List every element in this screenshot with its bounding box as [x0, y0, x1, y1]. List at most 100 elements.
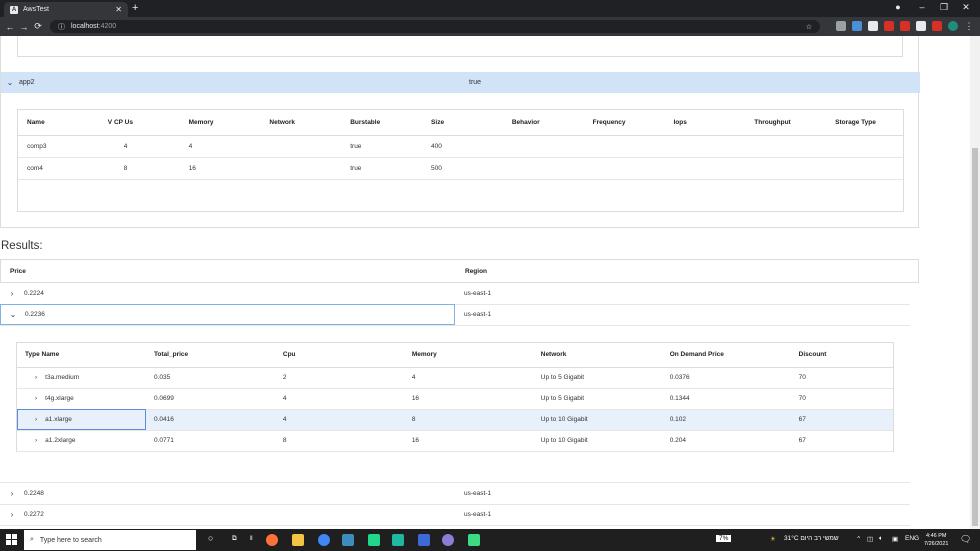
language-indicator[interactable]: ENG — [905, 535, 919, 542]
table-row[interactable]: com4 8 16 true 500 — [18, 157, 903, 180]
type-name: t3a.medium — [45, 374, 80, 381]
task-view-icon[interactable]: ⧉ — [232, 535, 237, 543]
header-region[interactable]: Region — [456, 268, 487, 275]
extensions-puzzle-icon[interactable] — [916, 21, 926, 31]
menu-kebab-icon[interactable]: ⋮ — [962, 21, 976, 32]
chevron-down-icon[interactable]: ⌄ — [7, 310, 19, 319]
table-row[interactable]: comp3 4 4 true 400 — [18, 135, 903, 158]
column-header[interactable]: Name — [18, 110, 99, 136]
chevron-right-icon[interactable]: › — [35, 437, 37, 444]
column-header[interactable]: Burstable — [341, 110, 423, 136]
column-header[interactable]: Frequency — [583, 110, 665, 136]
android-studio-icon[interactable] — [468, 534, 480, 546]
column-header[interactable]: Memory — [403, 343, 533, 368]
results-row[interactable]: › 0.2272 us-east-1 — [0, 505, 910, 526]
extension-icon[interactable] — [836, 21, 846, 31]
chevron-right-icon[interactable]: › — [6, 489, 18, 498]
column-header[interactable]: Network — [532, 343, 662, 368]
column-header[interactable]: Throughput — [745, 110, 827, 136]
price-cell[interactable]: › 0.2272 — [0, 510, 455, 519]
action-center-icon[interactable]: 🗨︎ — [960, 534, 971, 545]
extension-icon[interactable] — [884, 21, 894, 31]
profile-icon[interactable]: ● — [888, 2, 908, 12]
table-cell: 16 — [179, 157, 261, 180]
price-cell[interactable]: › 0.2248 — [0, 489, 455, 498]
restore-button[interactable]: ❐ — [934, 2, 954, 13]
network-icon[interactable]: ◫ — [867, 535, 873, 543]
column-header[interactable]: Network — [260, 110, 342, 136]
table-cell: 4 — [179, 135, 261, 158]
back-icon[interactable]: ← — [3, 22, 17, 32]
column-header[interactable]: Total_price — [145, 343, 275, 368]
chevron-right-icon[interactable]: › — [6, 510, 18, 519]
app2-components-table: Name V CP Us Memory Network Burstable Size Beh… — [17, 109, 904, 212]
new-tab-button[interactable]: + — [132, 2, 138, 14]
instance-row[interactable]: › a1.2xlarge 0.0771 8 16 Up to 10 Gigabit 0.20… — [17, 430, 893, 452]
table-cell: 4 — [274, 388, 404, 410]
results-row[interactable]: › 0.2224 us-east-1 — [0, 283, 910, 305]
profile-avatar[interactable] — [948, 21, 958, 31]
table-cell — [826, 135, 903, 158]
volume-icon[interactable]: 🔈︎ — [879, 535, 883, 543]
browser-toolbar: ← → ⟳ ⓘ localhost:4200 ☆ ⋮ — [0, 17, 980, 36]
app-icon[interactable] — [442, 534, 454, 546]
minimize-button[interactable]: – — [912, 2, 932, 12]
browser-tab[interactable]: A AwsTest ✕ — [4, 2, 128, 17]
column-header[interactable]: On Demand Price — [661, 343, 791, 368]
firefox-icon[interactable] — [266, 534, 278, 546]
table-cell: 4 — [98, 135, 180, 158]
price-cell[interactable]: ⌄ 0.2236 — [0, 304, 455, 326]
show-hidden-icons-icon[interactable]: ⌃ — [856, 535, 861, 543]
close-window-button[interactable]: ✕ — [956, 2, 976, 13]
column-header[interactable]: Cpu — [274, 343, 404, 368]
column-header[interactable]: V CP Us — [98, 110, 180, 136]
column-header[interactable]: Iops — [664, 110, 746, 136]
address-bar[interactable]: ⓘ localhost:4200 ☆ — [50, 20, 820, 33]
battery-indicator[interactable]: 7% — [716, 535, 732, 542]
notification-app-icon[interactable]: ▣ — [892, 535, 898, 543]
instance-row[interactable]: › t4g.xlarge 0.0699 4 16 Up to 5 Gigabit 0.134… — [17, 388, 893, 410]
extension-icon[interactable] — [868, 21, 878, 31]
chevron-right-icon[interactable]: › — [35, 374, 37, 381]
taskbar-search-box[interactable]: ⌕ Type here to search — [24, 530, 196, 550]
column-header[interactable]: Behavior — [502, 110, 584, 136]
price-cell[interactable]: › 0.2224 — [0, 289, 455, 298]
header-price[interactable]: Price — [1, 268, 456, 275]
results-row[interactable]: › 0.2248 us-east-1 — [0, 483, 910, 505]
scrollbar-thumb[interactable] — [972, 148, 978, 526]
chevron-right-icon[interactable]: › — [35, 395, 37, 402]
weather-icon[interactable]: ☀ — [770, 535, 776, 543]
extension-icon[interactable] — [900, 21, 910, 31]
clock[interactable]: 4:46 PM 7/26/2021 — [924, 532, 948, 548]
instance-row[interactable]: › a1.xlarge 0.0416 4 8 Up to 10 Gigabit 0.102 6… — [17, 409, 893, 431]
chevron-down-icon[interactable]: ⌄ — [1, 78, 19, 87]
forward-icon[interactable]: → — [17, 22, 31, 32]
weather-text[interactable]: 31°C שמשי רב היום — [784, 535, 839, 542]
bookmark-star-icon[interactable]: ☆ — [806, 23, 812, 31]
app-icon[interactable] — [342, 534, 354, 546]
instance-row[interactable]: › t3a.medium 0.035 2 4 Up to 5 Gigabit 0.0376 7… — [17, 367, 893, 389]
chrome-icon[interactable] — [318, 534, 330, 546]
table-cell: 0.0376 — [661, 367, 791, 389]
chevron-right-icon[interactable]: › — [6, 289, 18, 298]
chevron-right-icon[interactable]: › — [35, 416, 37, 423]
column-header[interactable]: Discount — [790, 343, 893, 368]
price-value: 0.2236 — [25, 311, 45, 319]
windows-start-icon[interactable] — [6, 534, 17, 545]
close-tab-icon[interactable]: ✕ — [115, 5, 122, 14]
column-header[interactable]: Size — [422, 110, 503, 136]
results-row-expanded[interactable]: ⌄ 0.2236 us-east-1 — [0, 304, 910, 326]
extension-icon[interactable] — [852, 21, 862, 31]
pycharm-icon[interactable] — [368, 534, 380, 546]
app2-row-selected[interactable]: ⌄ app2 true — [1, 72, 920, 93]
cortana-icon[interactable]: ○ — [208, 533, 213, 543]
column-header[interactable]: Memory — [179, 110, 261, 136]
intellij-icon[interactable] — [418, 534, 430, 546]
column-header[interactable]: Type Name — [17, 343, 146, 368]
reload-icon[interactable]: ⟳ — [31, 21, 45, 32]
app-icon[interactable] — [392, 534, 404, 546]
angular-favicon-icon: A — [10, 5, 18, 14]
extension-icon[interactable] — [932, 21, 942, 31]
file-explorer-icon[interactable] — [292, 534, 304, 546]
column-header[interactable]: Storage Type — [826, 110, 903, 136]
